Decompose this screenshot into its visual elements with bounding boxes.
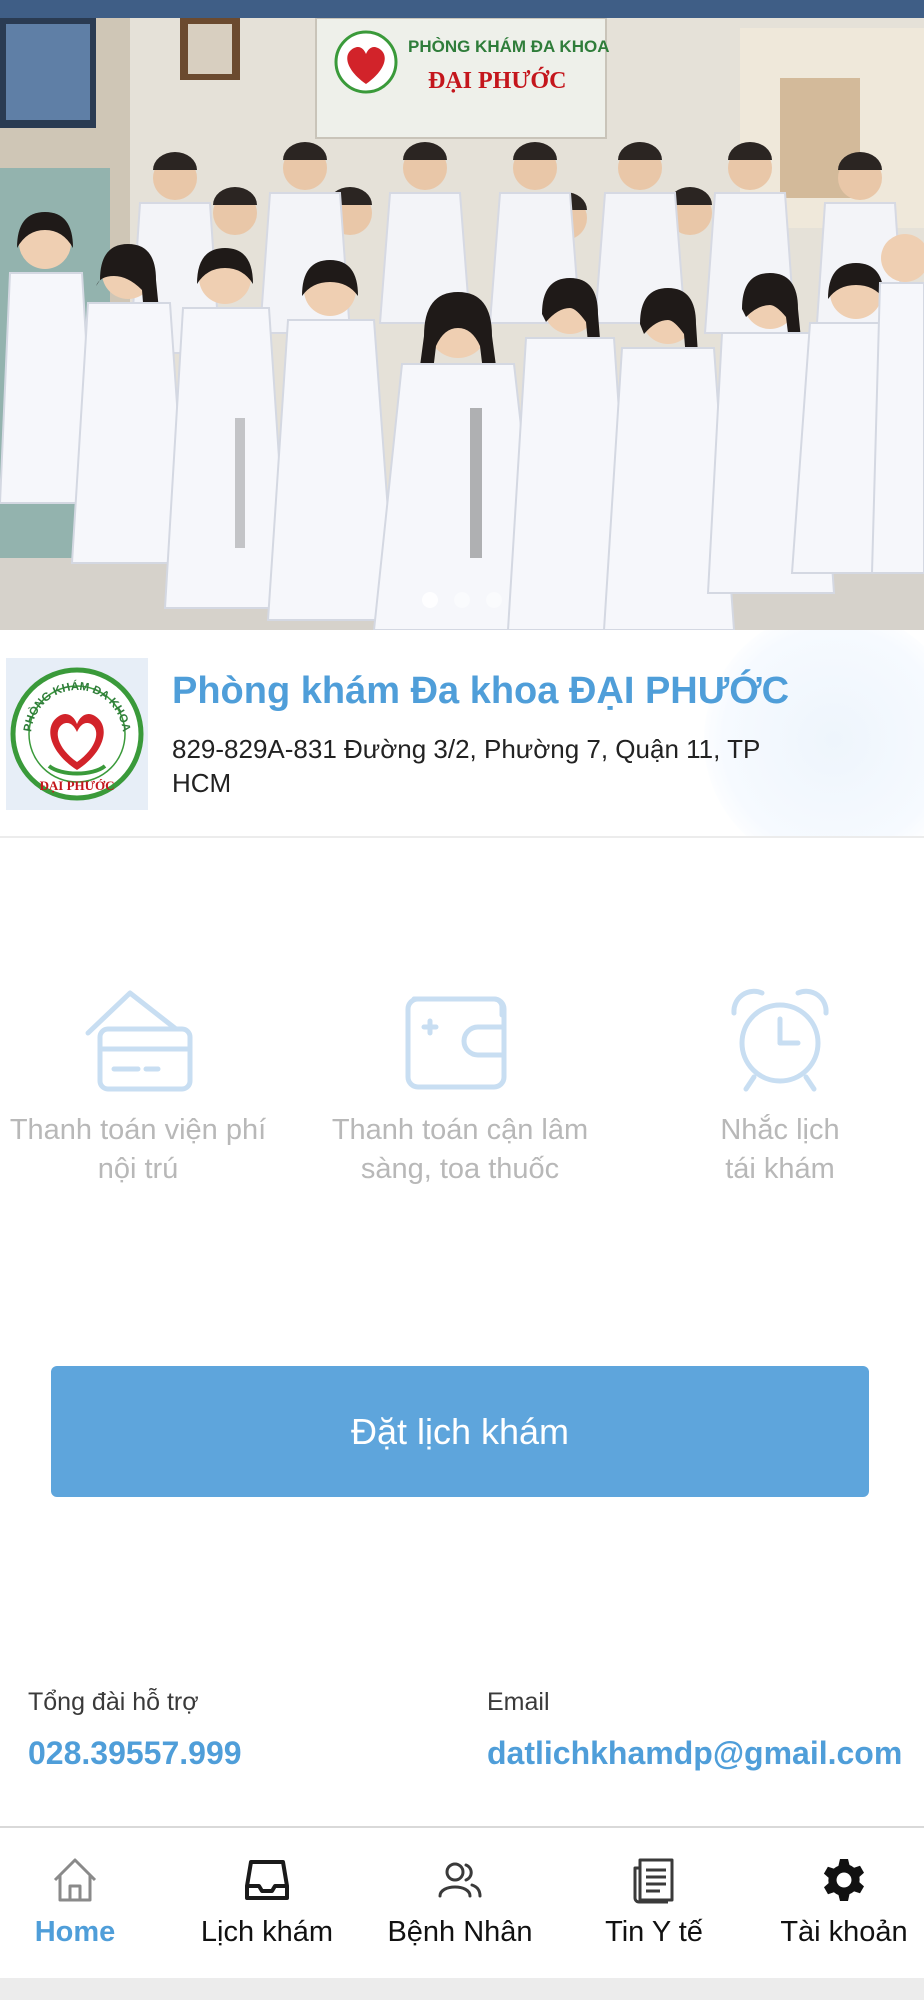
tab-account[interactable]: Tài khoản (768, 1828, 920, 1978)
carousel-dot[interactable] (454, 592, 470, 608)
credit-card-icon (85, 990, 193, 1092)
tab-label: Lịch khám (200, 1916, 334, 1948)
service-followup-reminder[interactable]: Nhắc lịch tái khám (620, 985, 924, 1189)
clinic-address: 829-829A-831 Đường 3/2, Phường 7, Quận 1… (172, 734, 760, 798)
hotline-block: Tổng đài hỗ trợ 028.39557.999 (28, 1688, 242, 1772)
services-row: Thanh toán viện phí nội trú Thanh toán c… (0, 985, 924, 1205)
home-icon (53, 1858, 97, 1902)
gear-icon (823, 1859, 864, 1901)
sign-line-1: PHÒNG KHÁM ĐA KHOA (408, 37, 609, 56)
news-icon (633, 1858, 674, 1904)
tab-home[interactable]: Home (10, 1828, 140, 1978)
service-inpatient-payment[interactable]: Thanh toán viện phí nội trú (0, 985, 298, 1189)
clinic-name: Phòng khám Đa khoa ĐẠI PHƯỚC (172, 670, 790, 712)
email-label: Email (487, 1688, 550, 1716)
service-label-line1: Thanh toán cận lâm (331, 1114, 589, 1146)
service-label-line1: Thanh toán viện phí (9, 1114, 267, 1146)
book-appointment-button[interactable]: Đặt lịch khám (51, 1366, 869, 1497)
service-label-line1: Nhắc lịch (720, 1114, 840, 1146)
staff-photo: PHÒNG KHÁM ĐA KHOA ĐẠI PHƯỚC (0, 18, 924, 630)
status-bar (0, 0, 924, 18)
tab-label: Bệnh Nhân (387, 1916, 533, 1948)
tab-label: Tài khoản (780, 1916, 908, 1948)
email-link[interactable]: datlichkhamdp@gmail.com (487, 1735, 902, 1772)
clinic-logo: PHÒNG KHÁM ĐA KHOA ĐẠI PHƯỚC (6, 658, 148, 810)
service-label-line2: tái khám (725, 1153, 835, 1185)
service-paraclinical-payment[interactable]: Thanh toán cận lâm sàng, toa thuốc (300, 985, 620, 1189)
hotline-number-link[interactable]: 028.39557.999 (28, 1735, 242, 1772)
service-label-line2: nội trú (97, 1153, 179, 1185)
service-label-line2: sàng, toa thuốc (360, 1153, 560, 1185)
tab-appointments[interactable]: Lịch khám (187, 1828, 347, 1978)
inbox-icon (245, 1860, 289, 1900)
carousel-dot[interactable] (486, 592, 502, 608)
tab-label: Tin Y tế (605, 1916, 703, 1948)
patients-icon (438, 1862, 482, 1898)
tab-label: Home (34, 1916, 116, 1948)
home-indicator-area (0, 1978, 924, 2000)
logo-text-bottom: ĐẠI PHƯỚC (40, 778, 115, 793)
hotline-label: Tổng đài hỗ trợ (28, 1688, 199, 1716)
bottom-tab-bar: Home Lịch khám Bệnh Nhân Tin Y tế Tài kh… (0, 1826, 924, 1978)
email-block: Email datlichkhamdp@gmail.com (487, 1688, 902, 1772)
wallet-icon (405, 996, 507, 1090)
hero-banner[interactable]: PHÒNG KHÁM ĐA KHOA ĐẠI PHƯỚC (0, 18, 924, 630)
sign-line-2: ĐẠI PHƯỚC (428, 67, 566, 94)
clinic-info: PHÒNG KHÁM ĐA KHOA ĐẠI PHƯỚC Phòng khám … (0, 630, 924, 838)
tab-health-news[interactable]: Tin Y tế (584, 1828, 724, 1978)
tab-patients[interactable]: Bệnh Nhân (378, 1828, 542, 1978)
carousel-dots[interactable] (0, 592, 924, 608)
carousel-dot[interactable] (422, 592, 438, 608)
alarm-clock-icon (731, 988, 829, 1092)
